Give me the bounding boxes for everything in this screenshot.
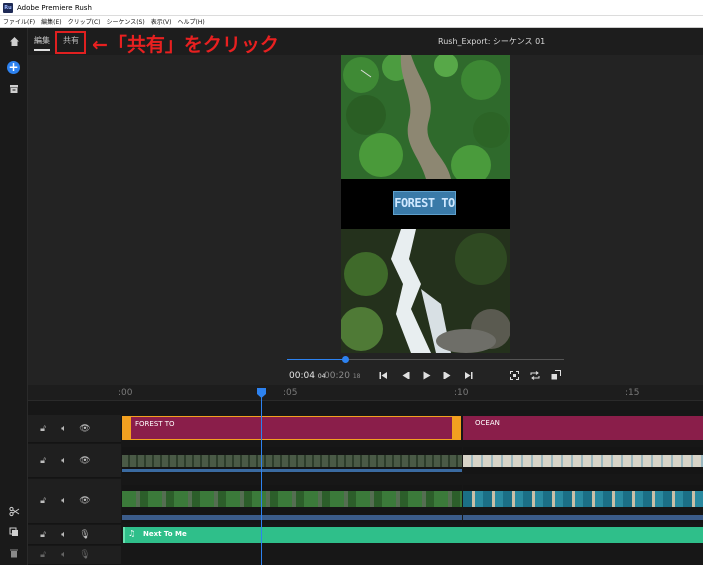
preview-panel: FOREST TO 00:04 04 00:20 18: [28, 55, 703, 385]
video-thumbnail-strip: [463, 491, 703, 507]
lock-icon[interactable]: 🔓︎: [37, 529, 49, 541]
ruler-tick: :00: [118, 388, 133, 398]
speaker-icon[interactable]: 🔈︎: [58, 423, 70, 435]
title-clip[interactable]: OCEAN: [463, 416, 703, 440]
ruler-tick: :10: [454, 388, 469, 398]
title-clip[interactable]: FOREST TO: [122, 416, 461, 440]
window-titlebar: Ru Adobe Premiere Rush: [0, 0, 703, 16]
video-thumbnail-strip: [122, 455, 462, 467]
playhead-line[interactable]: [261, 396, 262, 565]
eye-icon[interactable]: 👁︎: [79, 455, 91, 467]
menu-help[interactable]: ヘルプ(H): [175, 17, 208, 26]
top-navigation: 編集 共有 ←「共有」をクリック Rush_Export: シーケンス 01: [28, 28, 703, 56]
menu-file[interactable]: ファイル(F): [0, 17, 38, 26]
clip-trim-handle-right[interactable]: [452, 416, 461, 440]
tab-edit[interactable]: 編集: [34, 35, 50, 46]
play-icon[interactable]: [419, 368, 433, 382]
microphone-icon[interactable]: 🎙︎: [79, 529, 91, 541]
go-to-end-icon[interactable]: [461, 368, 475, 382]
lock-icon[interactable]: 🔓︎: [37, 549, 49, 561]
audio-waveform-bar: [122, 515, 462, 520]
audio-waveform-bar: [122, 469, 462, 472]
loop-icon[interactable]: [528, 368, 542, 382]
video-clip-ocean[interactable]: [463, 447, 703, 474]
track-header-audio-2: 🔓︎ 🔈︎ 🎙︎: [28, 546, 121, 565]
scrubber-handle[interactable]: [341, 356, 349, 363]
duplicate-icon[interactable]: [7, 525, 21, 539]
trash-icon[interactable]: [7, 546, 21, 560]
audio-waveform-bar: [463, 515, 703, 520]
left-toolbar: +: [0, 28, 28, 565]
video-thumbnail-strip: [463, 455, 703, 467]
go-to-start-icon[interactable]: [376, 368, 390, 382]
title-clip-label: FOREST TO: [135, 420, 175, 428]
music-clip-label: Next To Me: [143, 530, 187, 538]
step-back-icon[interactable]: [398, 368, 412, 382]
speaker-icon[interactable]: 🔈︎: [58, 529, 70, 541]
speaker-icon[interactable]: 🔈︎: [58, 455, 70, 467]
home-icon[interactable]: [7, 34, 21, 48]
menu-sequence[interactable]: シーケンス(S): [104, 17, 148, 26]
annotation-label: ←「共有」をクリック: [92, 34, 279, 56]
fit-frame-icon[interactable]: [507, 368, 521, 382]
speaker-icon[interactable]: 🔈︎: [58, 549, 70, 561]
eye-icon[interactable]: 👁︎: [79, 495, 91, 507]
add-media-button[interactable]: +: [7, 61, 20, 74]
microphone-icon[interactable]: 🎙︎: [79, 549, 91, 561]
menu-clip[interactable]: クリップ(C): [65, 17, 104, 26]
menu-edit[interactable]: 編集(E): [38, 17, 64, 26]
title-clip-label: OCEAN: [475, 419, 500, 427]
current-time: 00:04 04: [289, 371, 326, 381]
archive-icon[interactable]: [7, 82, 21, 96]
track-header-title: 🔓︎ 🔈︎ 👁︎: [28, 415, 121, 443]
lock-icon[interactable]: 🔓︎: [37, 455, 49, 467]
preview-frame: FOREST TO: [341, 55, 510, 353]
timeline-ruler[interactable]: :00 :05 :10 :15: [28, 385, 703, 401]
resize-frame-icon[interactable]: [549, 368, 563, 382]
annotation-highlight-box: [55, 31, 86, 54]
track-header-video-1: 🔓︎ 🔈︎ 👁︎: [28, 444, 121, 478]
clip-trim-handle-left[interactable]: [122, 416, 131, 440]
ruler-tick: :05: [283, 388, 298, 398]
music-note-icon: ♫: [128, 529, 136, 538]
track-header-video-2: 🔓︎ 🔈︎ 👁︎: [28, 479, 121, 524]
playback-scrubber[interactable]: [287, 356, 564, 363]
ruler-tick: :15: [625, 388, 640, 398]
video-thumbnail-strip: [122, 491, 462, 507]
window-title: Adobe Premiere Rush: [17, 3, 92, 12]
timeline-tracks: 🔓︎ 🔈︎ 👁︎ 🔓︎ 🔈︎ 👁︎ 🔓︎ 🔈︎ 👁︎ 🔓︎ 🔈︎ 🎙︎ 🔓︎ 🔈…: [28, 401, 703, 565]
tab-edit-indicator: [34, 49, 50, 51]
video-clip-ocean-2[interactable]: [463, 485, 703, 523]
video-clip-forest-2[interactable]: [122, 485, 462, 523]
step-forward-icon[interactable]: [440, 368, 454, 382]
menu-bar: ファイル(F) 編集(E) クリップ(C) シーケンス(S) 表示(V) ヘルプ…: [0, 16, 703, 28]
track-header-audio: 🔓︎ 🔈︎ 🎙︎: [28, 525, 121, 545]
scissors-icon[interactable]: [7, 504, 21, 518]
app-logo-icon: Ru: [3, 2, 13, 13]
total-duration: 00:20 18: [324, 371, 361, 381]
eye-icon[interactable]: 👁︎: [79, 423, 91, 435]
menu-view[interactable]: 表示(V): [148, 17, 175, 26]
video-clip-forest[interactable]: [122, 447, 462, 474]
lock-icon[interactable]: 🔓︎: [37, 423, 49, 435]
title-text-overlay: FOREST TO: [393, 191, 456, 215]
scrubber-progress: [287, 359, 346, 360]
music-clip[interactable]: ♫ Next To Me: [123, 527, 703, 543]
waterfall-image: [341, 229, 510, 353]
speaker-icon[interactable]: 🔈︎: [58, 495, 70, 507]
forest-river-image: [341, 55, 510, 185]
lock-icon[interactable]: 🔓︎: [37, 495, 49, 507]
sequence-title: Rush_Export: シーケンス 01: [438, 37, 546, 46]
